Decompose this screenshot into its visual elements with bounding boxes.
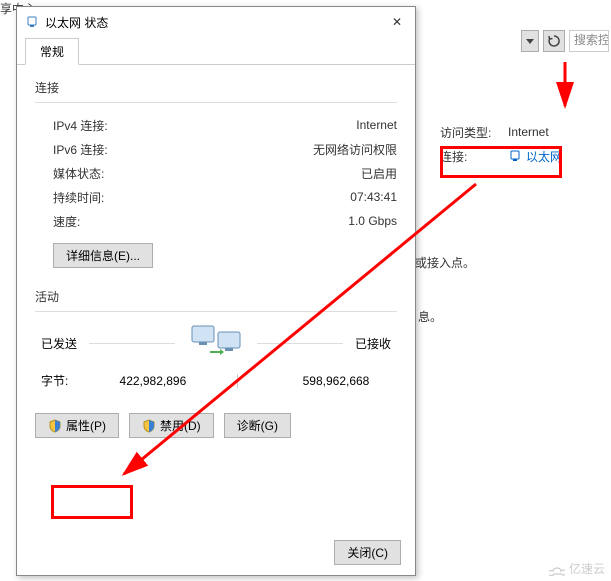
bg-text-fragment-2: 息。 [418,308,442,325]
close-icon: ✕ [392,15,402,29]
close-button[interactable]: ✕ [385,11,409,33]
ethernet-link-label: 以太网 [526,148,562,165]
ipv6-label: IPv6 连接: [53,141,108,158]
ethernet-icon [508,149,522,163]
duration-label: 持续时间: [53,189,104,206]
annotation-highlight-properties [51,485,133,519]
connection-section-header: 连接 [35,79,397,96]
speed-label: 速度: [53,213,80,230]
close-dialog-button[interactable]: 关闭(C) [334,540,401,565]
ethernet-link[interactable]: 以太网 [508,148,562,165]
duration-value: 07:43:41 [350,190,397,204]
media-state-label: 媒体状态: [53,165,104,182]
access-type-label: 访问类型: [440,124,508,141]
divider [35,102,397,103]
diagnose-button-label: 诊断(G) [237,417,278,434]
watermark: 亿速云 [549,560,605,577]
activity-section-header: 活动 [35,288,397,305]
tab-general[interactable]: 常规 [25,38,79,65]
speed-value: 1.0 Gbps [348,214,397,228]
access-type-value: Internet [508,125,549,139]
ethernet-icon [25,15,39,29]
activity-computers-icon [187,322,245,364]
shield-icon [48,419,62,433]
received-label: 已接收 [355,335,391,352]
bytes-label: 字节: [41,372,68,389]
ethernet-status-dialog: 以太网 状态 ✕ 常规 连接 IPv4 连接: Internet IPv6 连接:… [16,6,416,576]
diagnose-button[interactable]: 诊断(G) [224,413,291,438]
view-dropdown[interactable] [521,30,539,52]
search-input[interactable]: 搜索控 [569,30,609,52]
properties-button-label: 属性(P) [66,417,106,434]
refresh-button[interactable] [543,30,565,52]
ipv4-value: Internet [356,118,397,132]
sent-bytes-value: 422,982,896 [98,374,208,388]
ipv4-label: IPv4 连接: [53,117,108,134]
sent-label: 已发送 [41,335,77,352]
properties-button[interactable]: 属性(P) [35,413,119,438]
bg-text-fragment-1: 或接入点。 [415,254,475,271]
disable-button-label: 禁用(D) [160,417,201,434]
received-bytes-value: 598,962,668 [281,374,391,388]
media-state-value: 已启用 [361,165,397,182]
dialog-title: 以太网 状态 [45,14,108,31]
divider [35,311,397,312]
dialog-titlebar[interactable]: 以太网 状态 ✕ [17,7,415,37]
ipv6-value: 无网络访问权限 [313,141,397,158]
disable-button[interactable]: 禁用(D) [129,413,214,438]
details-button[interactable]: 详细信息(E)... [53,243,153,268]
connection-label: 连接: [440,148,508,165]
shield-icon [142,419,156,433]
